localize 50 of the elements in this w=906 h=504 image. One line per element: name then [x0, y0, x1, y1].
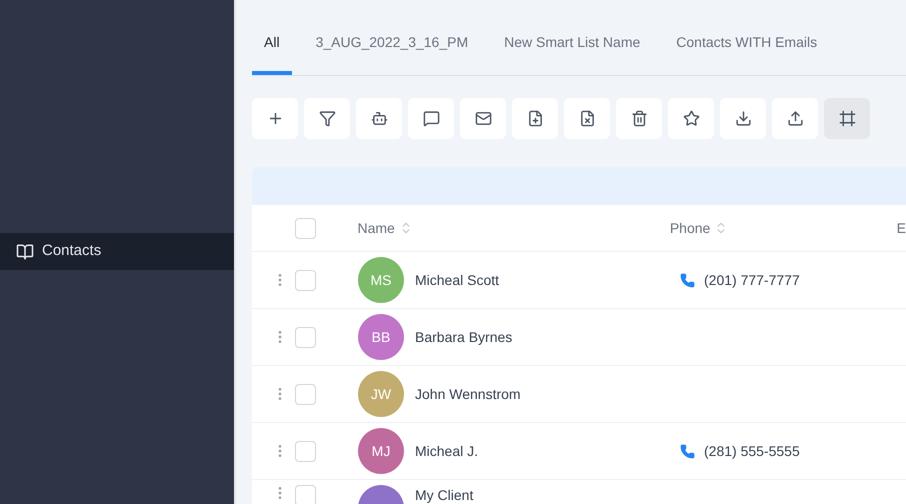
avatar: JW	[358, 371, 404, 417]
phone-number: (281) 555-5555	[704, 442, 800, 461]
mail-icon	[474, 110, 492, 127]
toolbar-button[interactable]	[304, 98, 350, 139]
star-icon	[682, 110, 700, 127]
filter-icon	[318, 110, 336, 127]
toolbar-button[interactable]	[408, 98, 454, 139]
trash-icon	[630, 110, 648, 127]
list-tab[interactable]: New Smart List Name	[492, 26, 652, 75]
list-tab[interactable]: 3_AUG_2022_3_16_PM	[304, 26, 480, 75]
avatar: MS	[358, 257, 404, 303]
frame-icon	[838, 110, 856, 127]
avatar: MJ	[358, 428, 404, 474]
row-checkbox[interactable]	[295, 384, 316, 404]
row-checkbox[interactable]	[295, 440, 316, 462]
contact-name[interactable]: Micheal J.	[415, 440, 478, 462]
chat-icon	[422, 110, 440, 127]
row-checkbox[interactable]	[295, 326, 316, 348]
toolbar-button[interactable]	[668, 98, 714, 139]
toolbar-button[interactable]	[356, 98, 402, 139]
avatar: BB	[358, 314, 404, 360]
toolbar-button[interactable]	[512, 98, 558, 139]
list-tab[interactable]: Contacts WITH Emails	[664, 26, 830, 75]
contact-name[interactable]: My Client	[415, 485, 474, 504]
row-checkbox[interactable]	[295, 485, 316, 504]
contact-name[interactable]: John Wennstrom	[415, 384, 521, 404]
select-all-checkbox[interactable]	[294, 218, 316, 238]
column-header[interactable]: E	[896, 218, 906, 238]
robot-icon	[370, 110, 388, 127]
row-checkbox[interactable]	[295, 270, 316, 290]
contact-name[interactable]: Barbara Byrnes	[415, 326, 512, 348]
file-x-icon	[578, 110, 596, 127]
sidebar-item[interactable]: Contacts	[0, 233, 234, 270]
column-header[interactable]: Phone	[670, 218, 897, 238]
toolbar-button[interactable]	[564, 98, 610, 139]
phone-icon	[680, 272, 695, 288]
toolbar-button[interactable]	[824, 98, 870, 139]
contact-name[interactable]: Micheal Scott	[415, 270, 500, 290]
column-header[interactable]: Name	[357, 218, 670, 238]
list-tab[interactable]: All	[252, 26, 292, 75]
toolbar-button[interactable]	[460, 98, 506, 139]
phone-number: (201) 777-7777	[704, 270, 800, 290]
contacts-book-icon	[16, 242, 34, 260]
download-icon	[734, 110, 752, 127]
toolbar-button[interactable]	[616, 98, 662, 139]
toolbar-button[interactable]	[772, 98, 818, 139]
file-plus-icon	[526, 110, 544, 127]
phone-icon	[680, 444, 695, 458]
upload-icon	[786, 110, 804, 127]
toolbar-button[interactable]	[720, 98, 766, 139]
